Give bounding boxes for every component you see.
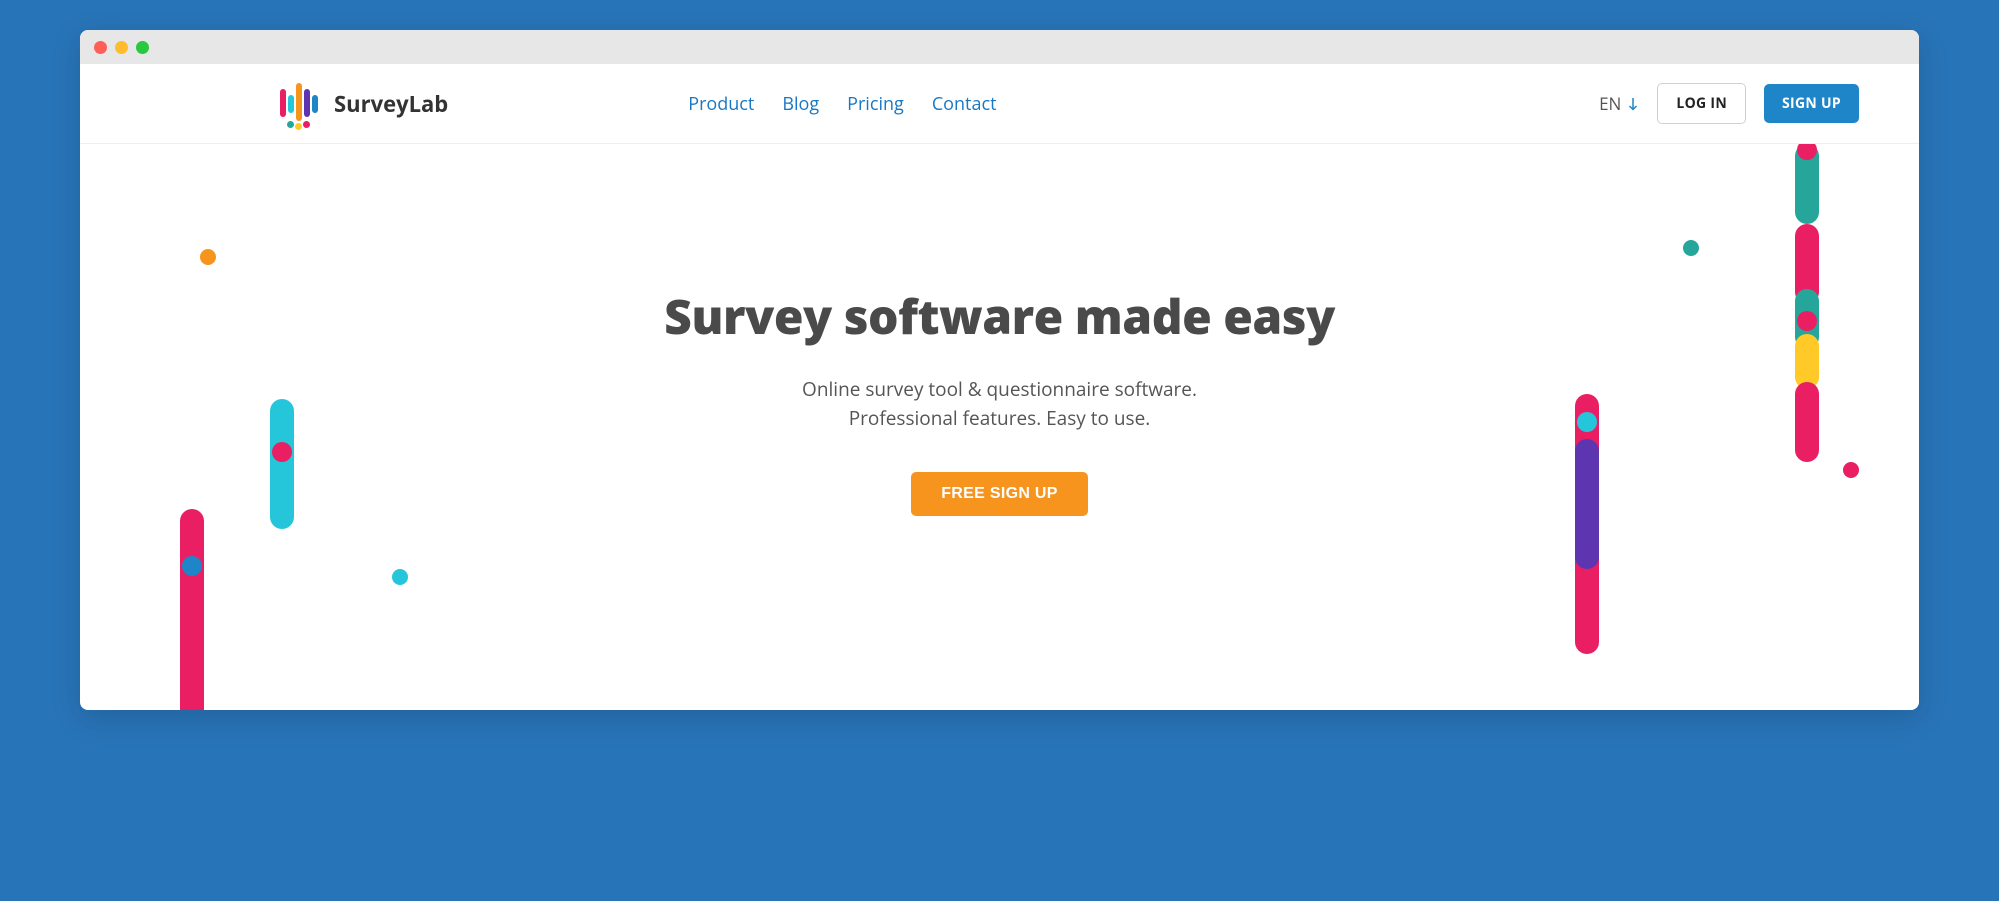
language-label: EN (1599, 92, 1621, 115)
arrow-down-icon (1627, 97, 1639, 111)
deco-dot-icon (272, 442, 292, 462)
nav-product[interactable]: Product (688, 92, 754, 116)
deco-dot-icon (1797, 264, 1817, 284)
browser-window: SurveyLab Product Blog Pricing Contact E… (80, 30, 1919, 710)
deco-pill-icon (1795, 382, 1819, 462)
deco-dot-icon (1683, 240, 1699, 256)
login-button[interactable]: LOG IN (1657, 83, 1746, 124)
deco-pill-icon (270, 399, 294, 529)
deco-pill-icon (180, 509, 204, 710)
header-actions: EN LOG IN SIGN UP (1599, 83, 1859, 124)
signup-button[interactable]: SIGN UP (1764, 84, 1859, 123)
deco-dot-icon (200, 249, 216, 265)
site-header: SurveyLab Product Blog Pricing Contact E… (80, 64, 1919, 144)
window-titlebar (80, 30, 1919, 64)
deco-pill-icon (1575, 439, 1599, 569)
window-minimize-icon[interactable] (115, 41, 128, 54)
window-maximize-icon[interactable] (136, 41, 149, 54)
deco-dot-icon (1577, 412, 1597, 432)
brand-name: SurveyLab (334, 89, 448, 119)
hero-section: Survey software made easy Online survey … (80, 144, 1919, 710)
brand-logo[interactable]: SurveyLab (280, 81, 448, 127)
hero-subtitle-line2: Professional features. Easy to use. (849, 405, 1151, 431)
nav-contact[interactable]: Contact (932, 92, 997, 116)
hero-title: Survey software made easy (664, 284, 1335, 349)
deco-pill-icon (1795, 334, 1819, 389)
brand-logo-icon (280, 81, 324, 127)
deco-dot-icon (1843, 462, 1859, 478)
window-close-icon[interactable] (94, 41, 107, 54)
deco-dot-icon (392, 569, 408, 585)
nav-blog[interactable]: Blog (782, 92, 819, 116)
hero-subtitle-line1: Online survey tool & questionnaire softw… (802, 376, 1197, 402)
deco-dot-icon (1797, 311, 1817, 331)
primary-nav: Product Blog Pricing Contact (688, 92, 996, 116)
free-signup-button[interactable]: FREE SIGN UP (911, 472, 1088, 516)
nav-pricing[interactable]: Pricing (847, 92, 904, 116)
language-switcher[interactable]: EN (1599, 92, 1639, 115)
deco-dot-icon (182, 556, 202, 576)
hero-subtitle: Online survey tool & questionnaire softw… (802, 375, 1197, 434)
